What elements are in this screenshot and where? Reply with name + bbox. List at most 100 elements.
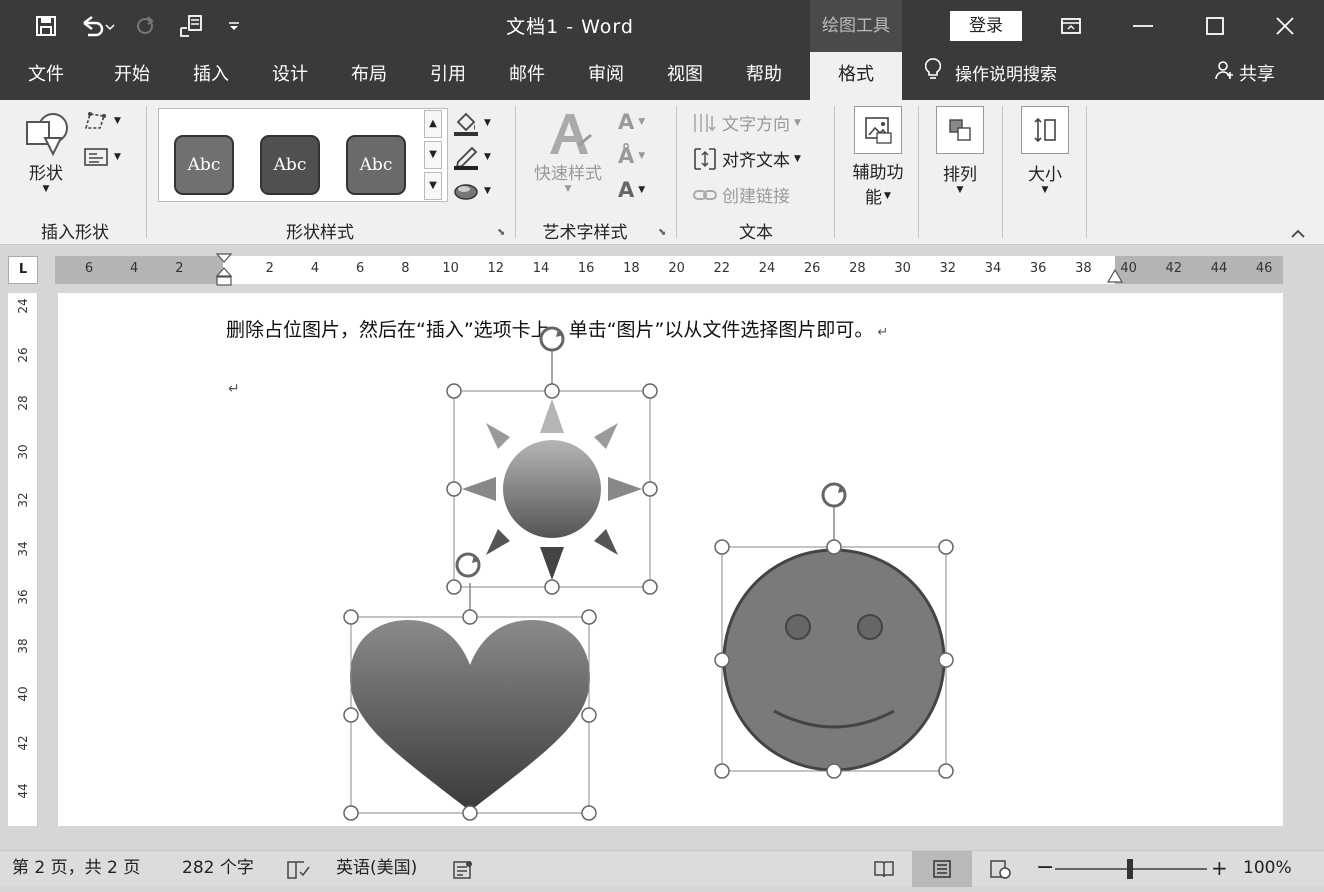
person-icon (1215, 52, 1235, 98)
macro-recording-icon[interactable] (452, 858, 474, 880)
smiley-rotate-handle-icon[interactable] (821, 482, 847, 508)
shape-style-gallery[interactable]: Abc Abc Abc (158, 108, 448, 202)
ruler-tick-label: 12 (487, 261, 505, 276)
group-label-text: 文本 (739, 223, 773, 243)
tab-design[interactable]: 设计 (258, 52, 322, 100)
vertical-ruler-tick-label: 38 (16, 637, 30, 654)
shape-style-1[interactable]: Abc (174, 135, 234, 195)
close-icon[interactable] (1250, 0, 1320, 52)
text-box-icon[interactable]: ▼ (82, 146, 121, 168)
tab-help[interactable]: 帮助 (732, 52, 796, 100)
heart-rotate-handle-icon[interactable] (455, 552, 481, 578)
smiley-face-shape[interactable] (722, 548, 946, 772)
share-button[interactable]: 共享 (1215, 52, 1275, 100)
ruler-tick-label: 20 (668, 261, 685, 276)
tab-format[interactable]: 格式 (810, 52, 902, 100)
wordart-dialog-launcher-icon[interactable]: ⬊ (658, 227, 666, 238)
shape-styles-dialog-launcher-icon[interactable]: ⬊ (497, 227, 505, 238)
save-icon[interactable] (30, 10, 62, 42)
zoom-out-button[interactable]: − (1036, 851, 1054, 887)
quick-styles-label: 快速样式 (534, 164, 602, 184)
pen-icon (454, 146, 478, 170)
zoom-slider-thumb[interactable] (1127, 859, 1133, 879)
touch-mode-icon[interactable] (174, 10, 208, 42)
gallery-scroll-down-button[interactable]: ▼ (424, 141, 442, 169)
document-title: 文档1 - Word (506, 16, 634, 38)
horizontal-ruler-area: L 6 4 2 2 4 6 8 10 12 14 16 18 20 22 24 26 28 30 32 34 36 38 4… (0, 246, 1324, 290)
proofing-icon[interactable] (286, 858, 310, 880)
align-text-button[interactable]: 对齐文本 ▼ (692, 146, 801, 171)
web-layout-icon[interactable] (984, 851, 1016, 887)
text-effects-icon[interactable]: A ▼ (618, 178, 645, 202)
customize-qat-icon[interactable] (224, 10, 244, 42)
language[interactable]: 英语(美国) (336, 851, 417, 887)
zoom-in-button[interactable]: + (1211, 851, 1228, 887)
minimize-icon[interactable] (1108, 0, 1178, 52)
accessibility-button[interactable]: 辅助功 能 ▼ (842, 106, 914, 208)
read-mode-icon[interactable] (868, 851, 900, 887)
tab-home[interactable]: 开始 (100, 52, 164, 100)
gallery-scroll-up-button[interactable]: ▲ (424, 110, 442, 138)
vertical-ruler[interactable]: 24 26 28 30 32 34 36 38 40 42 44 (8, 293, 38, 826)
shape-style-3[interactable]: Abc (346, 135, 406, 195)
text-direction-icon (694, 113, 716, 132)
tab-view[interactable]: 视图 (653, 52, 717, 100)
tab-references[interactable]: 引用 (416, 52, 480, 100)
ruler-tick-label: 2 (175, 261, 184, 276)
right-indent-marker-icon[interactable] (1107, 268, 1123, 286)
arrange-button[interactable]: 排列 ▼ (926, 106, 994, 195)
shape-outline-button[interactable]: ▼ (452, 144, 491, 170)
group-label-wordart-styles: 艺术字样式 (542, 223, 628, 243)
ruler-tick-label: 30 (894, 261, 911, 276)
collapse-ribbon-icon[interactable] (1290, 224, 1306, 243)
undo-icon[interactable] (76, 10, 120, 42)
maximize-icon[interactable] (1180, 0, 1250, 52)
gallery-more-button[interactable]: ▼ (424, 172, 442, 200)
tab-mailings[interactable]: 邮件 (495, 52, 559, 100)
tab-file[interactable]: 文件 (14, 52, 78, 100)
word-count[interactable]: 282 个字 (182, 851, 254, 887)
ruler-tick-label: 44 (1210, 261, 1228, 276)
drawing-canvas (343, 326, 954, 821)
lightbulb-icon (924, 52, 942, 98)
group-label-insert-shapes: 插入形状 (41, 223, 109, 243)
edit-shape-icon[interactable]: ▼ (82, 110, 121, 132)
shape-effects-button[interactable]: ▼ (452, 180, 491, 202)
align-text-label: 对齐文本 (722, 151, 790, 171)
ribbon-display-options-icon[interactable] (1036, 0, 1106, 52)
ruler-tick-label: 6 (84, 261, 94, 276)
tab-selector-button[interactable]: L (8, 256, 38, 284)
vertical-ruler-tick-label: 42 (16, 734, 30, 751)
document-page[interactable]: 删除占位图片，然后在“插入”选项卡上，单击“图片”以从文件选择图片即可。↵ ↵ (58, 293, 1283, 826)
tab-insert[interactable]: 插入 (179, 52, 243, 100)
tell-me-search[interactable]: 操作说明搜索 (924, 52, 1057, 100)
vertical-ruler-tick-label: 30 (16, 443, 30, 460)
zoom-level[interactable]: 100% (1243, 851, 1292, 887)
text-direction-button: 文字方向 ▼ (692, 110, 801, 135)
title-bar: 文档1 - Word 绘图工具 登录 (0, 0, 1324, 52)
login-button[interactable]: 登录 (950, 11, 1022, 41)
vertical-ruler-tick-label: 34 (16, 540, 30, 557)
status-bar: 第 2 页，共 2 页 282 个字 英语(美国) − + 100% (0, 850, 1324, 887)
wordart-a-icon (550, 114, 592, 154)
group-separator (918, 106, 919, 238)
tab-layout[interactable]: 布局 (337, 52, 401, 100)
left-indent-marker-icon[interactable] (215, 252, 233, 288)
create-link-label: 创建链接 (722, 187, 790, 207)
page-count[interactable]: 第 2 页，共 2 页 (12, 851, 140, 887)
sun-shape[interactable] (462, 399, 642, 580)
shapes-icon (26, 113, 68, 157)
group-separator (1086, 106, 1087, 238)
size-icon (1034, 117, 1056, 143)
size-button[interactable]: 大小 ▼ (1010, 106, 1080, 195)
horizontal-ruler[interactable]: 6 4 2 2 4 6 8 10 12 14 16 18 20 22 24 26 28 30 32 34 36 38 40 4… (55, 253, 1283, 286)
ruler-tick-label: 42 (1165, 261, 1183, 276)
sun-rotate-handle-icon[interactable] (539, 326, 565, 352)
shape-style-2[interactable]: Abc (260, 135, 320, 195)
ruler-tick-label: 24 (758, 261, 776, 276)
shape-fill-button[interactable]: ▼ (452, 110, 491, 136)
print-layout-icon[interactable] (912, 851, 972, 887)
tab-review[interactable]: 审阅 (574, 52, 638, 100)
heart-shape[interactable] (350, 620, 590, 811)
shapes-button[interactable]: 形状 ▼ (18, 108, 74, 194)
